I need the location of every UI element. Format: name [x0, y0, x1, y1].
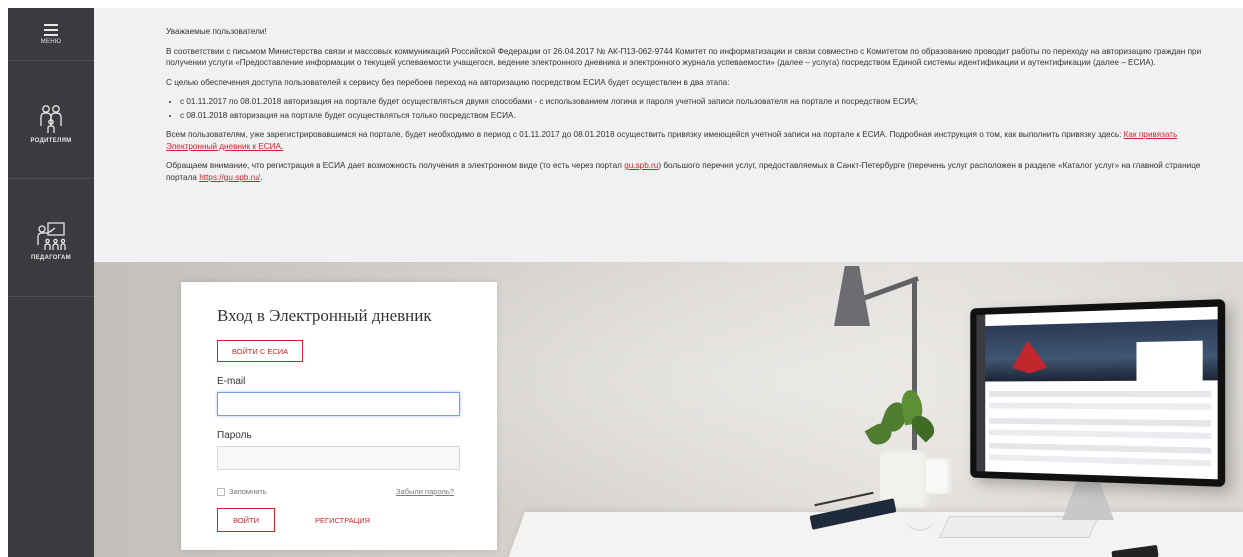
parents-icon [40, 105, 62, 133]
notice-list: с 01.11.2017 по 08.01.2018 авторизация н… [180, 96, 1206, 121]
password-field[interactable] [217, 446, 460, 470]
checkbox-icon[interactable] [217, 487, 225, 496]
hamburger-icon [44, 24, 58, 36]
sidebar-item-parents[interactable]: РОДИТЕЛЯМ [8, 98, 94, 168]
sidebar-item-teachers[interactable]: ПЕДАГОГАМ [8, 215, 94, 285]
menu-label: МЕНЮ [40, 39, 62, 45]
forgot-password-link[interactable]: Забыли пароль? [396, 487, 454, 496]
sidebar-divider [8, 178, 94, 179]
email-field[interactable] [217, 392, 460, 416]
monitor-image [970, 299, 1226, 487]
login-button[interactable]: ВОЙТИ [217, 508, 275, 532]
notice-paragraph: С целью обеспечения доступа пользователе… [166, 77, 730, 87]
password-label: Пароль [217, 430, 252, 441]
sidebar-divider [8, 296, 94, 297]
gu-spb-url-link[interactable]: https://gu.spb.ru/ [199, 173, 260, 182]
email-label: E-mail [217, 376, 246, 387]
gu-spb-link[interactable]: gu.spb.ru [624, 161, 658, 170]
menu-button[interactable]: МЕНЮ [8, 16, 94, 56]
register-link[interactable]: РЕГИСТРАЦИЯ [315, 516, 370, 525]
notice-panel: Уважаемые пользователи! В соответствии с… [94, 8, 1243, 262]
login-form: Вход в Электронный дневник ВОЙТИ С ЕСИА … [181, 282, 497, 550]
sidebar-item-label: ПЕДАГОГАМ [31, 255, 71, 261]
remember-checkbox[interactable]: Запомнить [217, 487, 267, 496]
sidebar-item-label: РОДИТЕЛЯМ [30, 138, 72, 144]
sidebar-divider [8, 60, 94, 61]
remember-label: Запомнить [229, 487, 267, 496]
notice-paragraph: Всем пользователям, уже зарегистрировавш… [166, 130, 1178, 151]
list-item: с 01.11.2017 по 08.01.2018 авторизация н… [180, 96, 1206, 108]
notice-paragraph: Обращаем внимание, что регистрация в ЕСИ… [166, 161, 1201, 182]
notice-greeting: Уважаемые пользователи! [166, 27, 267, 36]
list-item: с 08.01.2018 авторизация на портале буде… [180, 110, 1206, 122]
login-title: Вход в Электронный дневник [217, 306, 432, 325]
teacher-icon [37, 222, 66, 250]
login-esia-button[interactable]: ВОЙТИ С ЕСИА [217, 340, 303, 362]
cup-image [926, 458, 952, 494]
sidebar: МЕНЮ РОДИТЕЛЯМ ПЕДАГОГАМ [8, 8, 94, 557]
notice-paragraph: В соответствии с письмом Министерства св… [166, 46, 1202, 68]
